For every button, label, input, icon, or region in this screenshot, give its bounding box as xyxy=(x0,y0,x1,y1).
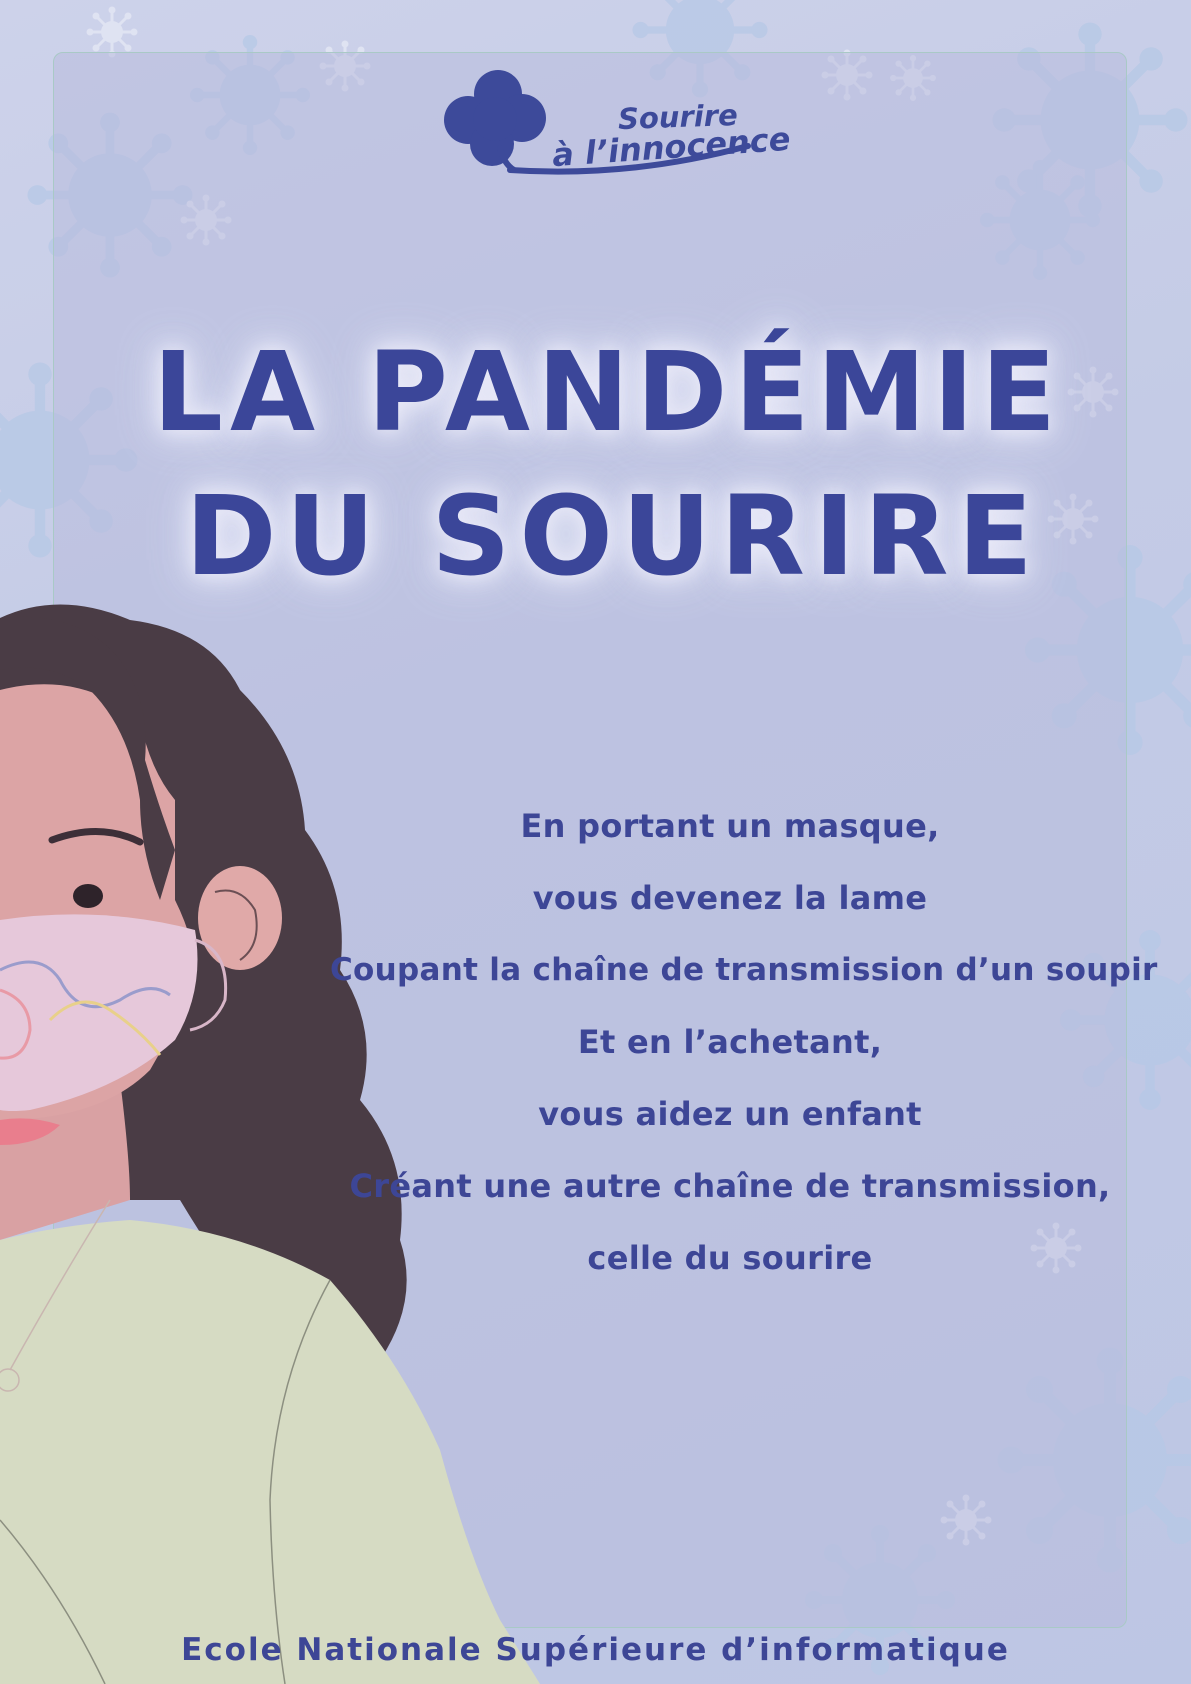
title-line-2: DU SOURIRE xyxy=(185,472,1042,600)
title-line-1: LA PANDÉMIE xyxy=(152,328,1064,456)
poem-line: vous devenez la lame xyxy=(532,879,928,917)
poem-line: Créant une autre chaîne de transmission, xyxy=(349,1167,1111,1205)
logo: Sourire à l’innocence xyxy=(440,56,792,186)
poem-line: Coupant la chaîne de transmission d’un s… xyxy=(330,952,1158,988)
poem-line: vous aidez un enfant xyxy=(538,1095,922,1133)
poem-line: Et en l’achetant, xyxy=(577,1023,883,1061)
page-title: LA PANDÉMIE DU SOURIRE xyxy=(0,320,1191,608)
footer-institution: Ecole Nationale Supérieure d’informatiqu… xyxy=(181,1632,1010,1668)
poem: En portant un masque, vous devenez la la… xyxy=(330,790,1158,1294)
poem-line: celle du sourire xyxy=(587,1239,873,1277)
poster: Sourire à l’innocence LA PANDÉMIE DU SOU… xyxy=(0,0,1191,1684)
poem-line: En portant un masque, xyxy=(520,807,940,845)
